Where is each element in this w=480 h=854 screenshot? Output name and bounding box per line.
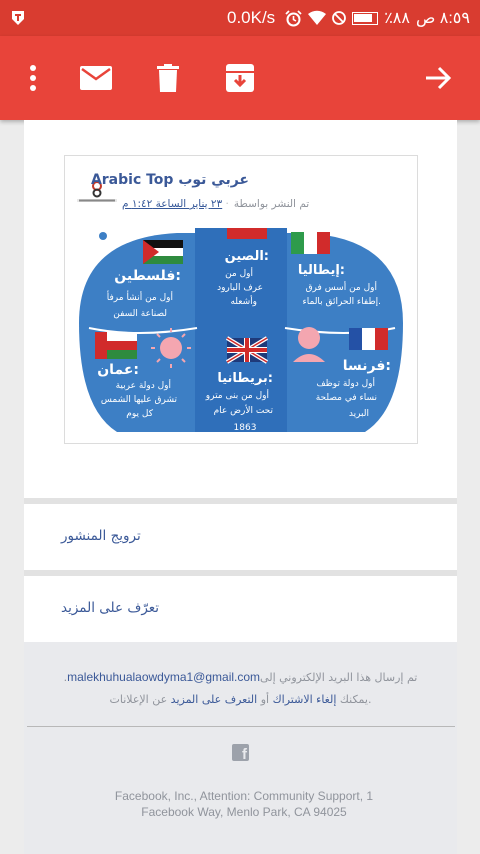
infographic-image[interactable]: فلسطين: أول من أنشأ مرفأ لصناعة السفن ال… (77, 228, 405, 432)
country-france-line1: أول دولة توظف (316, 377, 375, 389)
email-body: عربي توب Arabic Top تم النشر بواسطة· ٢٣ … (24, 120, 457, 854)
forward-button[interactable] (419, 58, 459, 98)
you-can-label: .يمكنك (339, 693, 372, 706)
country-palestine-line2: لصناعة السفن (113, 309, 167, 319)
post-section: عربي توب Arabic Top تم النشر بواسطة· ٢٣ … (24, 120, 457, 498)
sent-to-text: تم إرسال هذا البريد الإلكتروني إلىmalekh… (24, 670, 457, 684)
sent-to-label: تم إرسال هذا البريد الإلكتروني إلى (260, 671, 418, 684)
ads-text: .يمكنك إلغاء الاشتراك أو التعرف على المز… (24, 693, 457, 706)
footer-divider (27, 726, 455, 727)
delete-icon (157, 64, 179, 92)
country-china-line2: عرف البارود (217, 283, 263, 293)
country-china: الصين: (225, 249, 269, 264)
promote-post-link[interactable]: ترويج المنشور (61, 528, 141, 544)
china-flag (227, 228, 267, 239)
shared-post-card[interactable]: عربي توب Arabic Top تم النشر بواسطة· ٢٣ … (64, 155, 418, 444)
country-italy-line2: إطفاء الحرائق بالماء. (303, 297, 381, 307)
clock: ٨:٥٩ ص (415, 10, 470, 27)
address-line-2: Facebook Way, Menlo Park, CA 94025 (141, 805, 347, 819)
unsubscribe-link[interactable]: إلغاء الاشتراك (273, 693, 337, 706)
network-speed: 0.0K/s (226, 8, 276, 27)
country-china-line1: أول من (225, 267, 253, 279)
country-france-line2: نساء في مصلحة (316, 393, 377, 403)
delete-button[interactable] (148, 58, 188, 98)
status-bar: 0.0K/s ٪٨٨ ٨:٥٩ ص (0, 0, 480, 36)
post-meta: تم النشر بواسطة· ٢٣ يناير الساعة ١:٤٢ م (122, 198, 310, 210)
app-notification-icon (12, 11, 24, 25)
palestine-flag (143, 240, 183, 264)
france-flag (349, 328, 388, 350)
alarm-icon (285, 9, 302, 26)
learn-more-ads-link[interactable]: التعرف على المزيد (171, 693, 258, 706)
country-france: فرنسا: (343, 358, 391, 374)
overflow-menu-button[interactable] (13, 58, 53, 98)
email-toolbar (0, 36, 480, 120)
mail-icon (80, 66, 112, 90)
post-author[interactable]: عربي توب Arabic Top (91, 172, 249, 188)
battery-percent: ٪٨٨ (384, 10, 410, 27)
country-oman-line3: كل يوم (126, 409, 153, 419)
company-address: Facebook, Inc., Attention: Community Sup… (84, 788, 404, 820)
country-italy-line1: أول من أسس فرق (306, 281, 377, 293)
learn-more-row[interactable]: تعرّف على المزيد (24, 576, 457, 642)
about-ads-label: عن الإعلانات (109, 693, 168, 706)
post-date[interactable]: ٢٣ يناير الساعة ١:٤٢ م (122, 198, 222, 210)
country-palestine: فلسطين: (114, 268, 181, 284)
promote-post-row[interactable]: ترويج المنشور (24, 504, 457, 570)
wifi-icon (308, 10, 327, 25)
archive-button[interactable] (220, 58, 260, 98)
post-header: عربي توب Arabic Top تم النشر بواسطة· ٢٣ … (65, 156, 417, 218)
oman-flag (95, 332, 137, 359)
country-britain: بريطانيا: (217, 371, 273, 386)
country-oman: عمان: (97, 362, 139, 378)
country-italy: إيطاليا: (298, 263, 345, 278)
address-line-1: Facebook, Inc., Attention: Community Sup… (114, 789, 374, 803)
country-britain-line3: 1863 (234, 423, 257, 432)
forward-arrow-icon (426, 66, 452, 90)
learn-more-link[interactable]: تعرّف على المزيد (61, 600, 159, 616)
uk-flag (225, 336, 269, 364)
country-oman-line1: أول دولة عربية (116, 379, 171, 391)
or-label: أو (260, 693, 270, 706)
country-oman-line2: تشرق عليها الشمس (101, 395, 178, 405)
mark-unread-button[interactable] (76, 58, 116, 98)
country-china-line3: وأشعله (230, 295, 257, 307)
recipient-email[interactable]: malekhuhualaowdyma1@gmail.com (67, 670, 260, 684)
overflow-menu-icon (30, 65, 36, 91)
italy-flag (291, 232, 330, 254)
country-britain-line1: أول من بنى مترو (205, 389, 269, 401)
country-britain-line2: تحت الأرض عام (214, 404, 274, 416)
archive-icon (226, 64, 254, 92)
posted-by-label: تم النشر بواسطة (233, 198, 310, 210)
no-sim-icon (332, 11, 347, 25)
battery-icon (352, 11, 379, 25)
country-france-line3: البريد (349, 409, 369, 419)
facebook-icon[interactable] (232, 744, 249, 763)
email-footer: تم إرسال هذا البريد الإلكتروني إلىmalekh… (24, 642, 457, 854)
